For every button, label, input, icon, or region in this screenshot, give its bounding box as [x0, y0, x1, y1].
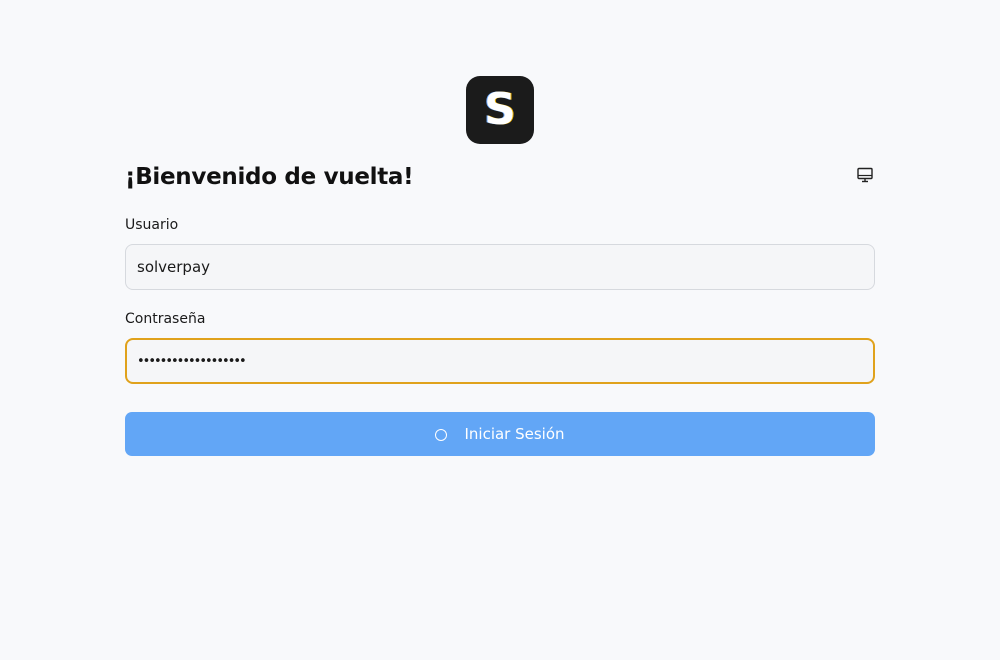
page-title: ¡Bienvenido de vuelta! [125, 164, 414, 190]
logo-letter: S [484, 84, 516, 135]
username-input[interactable] [125, 244, 875, 290]
username-label: Usuario [125, 217, 179, 233]
loading-spinner-icon [435, 429, 448, 441]
monitor-icon [857, 167, 873, 183]
app-logo: S [466, 76, 534, 144]
login-button-label: Iniciar Sesión [464, 425, 565, 443]
theme-toggle-button[interactable] [855, 165, 875, 185]
password-label: Contraseña [125, 311, 206, 327]
password-input[interactable] [125, 338, 875, 384]
login-button[interactable]: Iniciar Sesión [125, 412, 875, 456]
